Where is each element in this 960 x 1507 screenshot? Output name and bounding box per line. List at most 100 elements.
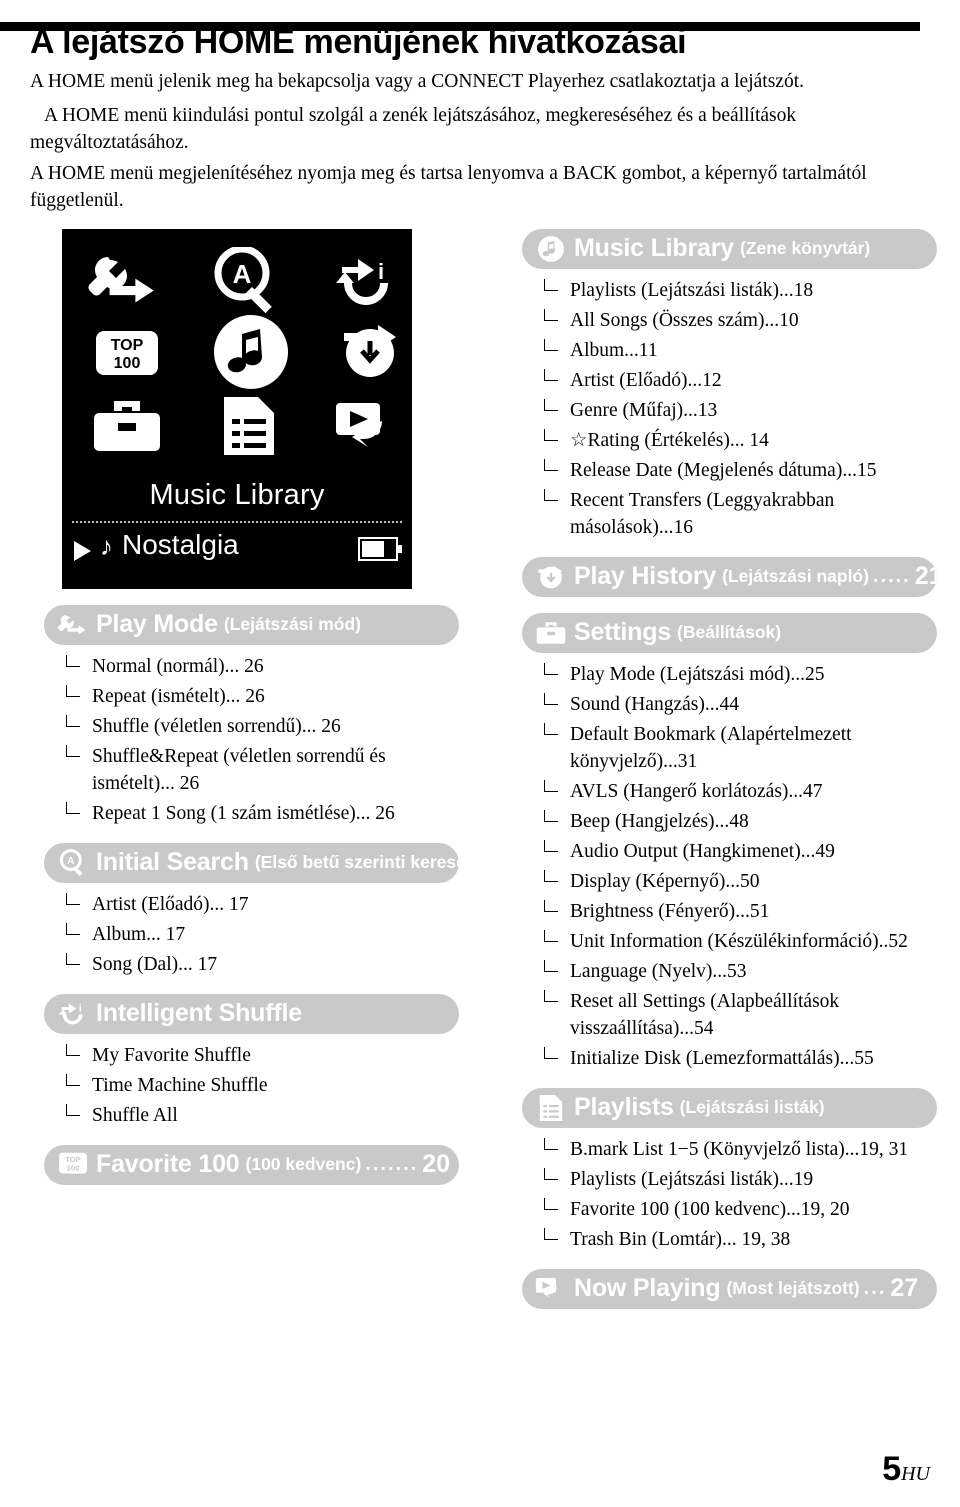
section-header-settings: Settings (Beállítások) — [522, 612, 937, 653]
list-item: Recent Transfers (Leggyakrabban másoláso… — [544, 487, 937, 541]
top-100-icon: TOP 100 — [92, 325, 162, 392]
top-black-bar — [0, 22, 960, 31]
entry-list-intelligent-shuffle: My Favorite Shuffle Time Machine Shuffle… — [44, 1042, 459, 1129]
list-item: ☆Rating (Értékelés)... 14 — [544, 427, 937, 454]
section-subtitle: (100 kedvenc) — [245, 1154, 362, 1174]
section-subtitle: (Első betű szerinti keresés) — [254, 852, 459, 872]
right-column: Music Library (Zene könyvtár) Playlists … — [522, 228, 937, 1317]
section-header-initial-search: A Initial Search (Első betű szerinti ker… — [44, 842, 459, 883]
leader-dots: ... — [863, 1277, 887, 1299]
list-item: Favorite 100 (100 kedvenc)...19, 20 — [544, 1196, 937, 1223]
list-item: All Songs (Összes szám)...10 — [544, 307, 937, 334]
now-playing-track: Nostalgia — [122, 528, 239, 560]
page-ref: 21 — [914, 562, 937, 590]
list-item: Album...11 — [544, 337, 937, 364]
section-header-play-mode: Play Mode (Lejátszási mód) — [44, 604, 459, 645]
list-item: Language (Nyelv)...53 — [544, 958, 937, 985]
list-item: Trash Bin (Lomtár)... 19, 38 — [544, 1226, 937, 1253]
list-item: Audio Output (Hangkimenet)...49 — [544, 838, 937, 865]
section-title: Play Mode — [96, 610, 218, 638]
section-subtitle: (Lejátszási napló) — [722, 566, 869, 586]
section-title: Settings — [574, 618, 672, 646]
entry-list-music-library: Playlists (Lejátszási listák)...18 All S… — [522, 277, 937, 541]
leader-dots: ....... — [365, 1153, 419, 1175]
leader-dots: ..... — [872, 565, 911, 587]
list-item: Default Bookmark (Alapértelmezett könyvj… — [544, 721, 937, 775]
list-item: Artist (Előadó)...12 — [544, 367, 937, 394]
list-item: Shuffle (véletlen sorrendű)... 26 — [66, 713, 459, 740]
letter-a-search-icon: A — [212, 245, 282, 318]
music-note-glyph: ♪ — [100, 530, 113, 561]
section-title: Favorite 100 — [96, 1150, 240, 1178]
toolbox-icon — [90, 395, 164, 462]
section-title: Playlists — [574, 1093, 674, 1121]
list-item: Sound (Hangzás)...44 — [544, 691, 937, 718]
list-item: Artist (Előadó)... 17 — [66, 891, 459, 918]
section-header-intelligent-shuffle: i Intelligent Shuffle — [44, 993, 459, 1034]
list-item: Song (Dal)... 17 — [66, 951, 459, 978]
section-title: Initial Search — [96, 848, 249, 876]
section-subtitle: (Lejátszási mód) — [223, 614, 361, 634]
list-item: Album... 17 — [66, 921, 459, 948]
left-column: A i TOP 100 Music Library ♪ Nostalgia Pl… — [44, 228, 459, 1193]
music-note-icon — [534, 233, 568, 265]
page-number: 5HU — [882, 1450, 930, 1489]
entry-list-initial-search: Artist (Előadó)... 17 Album... 17 Song (… — [44, 891, 459, 978]
page-ref: 20 — [422, 1150, 450, 1178]
svg-text:A: A — [67, 855, 75, 866]
list-item: AVLS (Hangerő korlátozás)...47 — [544, 778, 937, 805]
list-item: Beep (Hangjelzés)...48 — [544, 808, 937, 835]
play-triangle-icon — [74, 540, 91, 561]
list-item: Release Date (Megjelenés dátuma)...15 — [544, 457, 937, 484]
section-subtitle: (Zene könyvtár) — [739, 238, 871, 258]
page-locale-suffix: HU — [901, 1463, 930, 1485]
svg-text:i: i — [378, 259, 384, 284]
document-page: A lejátszó HOME menüjének hivatkozásai A… — [0, 22, 960, 1507]
top-100-icon: TOP 100 — [56, 1149, 90, 1181]
screen-title: Music Library — [149, 478, 325, 511]
now-playing-icon — [334, 399, 404, 460]
list-item: Brightness (Fényerő)...51 — [544, 898, 937, 925]
svg-text:i: i — [79, 1003, 82, 1014]
page-ref: 27 — [890, 1274, 919, 1302]
section-header-favorite-100: TOP 100 Favorite 100 (100 kedvenc) .....… — [44, 1144, 459, 1185]
entry-list-settings: Play Mode (Lejátszási mód)...25 Sound (H… — [522, 661, 937, 1072]
svg-text:TOP: TOP — [111, 337, 144, 354]
letter-a-search-icon: A — [56, 847, 90, 879]
player-screen-mock: A i TOP 100 Music Library ♪ Nostalgia — [62, 228, 412, 589]
list-item: Display (Képernyő)...50 — [544, 868, 937, 895]
svg-text:A: A — [233, 259, 252, 289]
home-menu-icon-grid: A i TOP 100 — [62, 245, 412, 477]
list-item: B.mark List 1−5 (Könyvjelző lista)...19,… — [544, 1136, 937, 1163]
playlist-document-icon — [220, 393, 278, 464]
now-playing-row: ♪ Nostalgia — [72, 529, 402, 573]
section-subtitle: (Beállítások) — [677, 622, 782, 642]
section-header-play-history: Play History (Lejátszási napló) ..... 21 — [522, 556, 937, 597]
toolbox-icon — [534, 617, 568, 649]
now-playing-icon — [534, 1273, 568, 1305]
list-item: Playlists (Lejátszási listák)...19 — [544, 1166, 937, 1193]
intelligent-shuffle-icon: i — [334, 253, 400, 316]
list-item: Play Mode (Lejátszási mód)...25 — [544, 661, 937, 688]
list-item: My Favorite Shuffle — [66, 1042, 459, 1069]
entry-list-play-mode: Normal (normál)... 26 Repeat (ismételt).… — [44, 653, 459, 827]
wrench-arrow-icon — [56, 609, 90, 641]
list-item: Repeat (ismételt)... 26 — [66, 683, 459, 710]
list-item: Reset all Settings (Alapbeállítások viss… — [544, 988, 937, 1042]
intelligent-shuffle-icon: i — [56, 998, 90, 1030]
section-title: Intelligent Shuffle — [96, 999, 302, 1027]
intro-paragraph-2: A HOME menü kiindulási pontul szolgál a … — [30, 104, 797, 154]
section-title: Music Library — [574, 234, 734, 262]
section-subtitle: (Most lejátszott) — [726, 1278, 860, 1298]
section-header-playlists: Playlists (Lejátszási listák) — [522, 1087, 937, 1128]
page-number-value: 5 — [882, 1450, 902, 1488]
menu-map-columns: A i TOP 100 Music Library ♪ Nostalgia Pl… — [30, 228, 937, 1399]
list-item: Normal (normál)... 26 — [66, 653, 459, 680]
download-circle-icon — [340, 319, 400, 386]
intro-paragraph-3: A HOME menü megjelenítéséhez nyomja meg … — [30, 162, 867, 212]
playlist-document-icon — [534, 1092, 568, 1124]
intro-paragraph-1: A HOME menü jelenik meg ha bekapcsolja v… — [30, 71, 804, 92]
list-item: Shuffle All — [66, 1102, 459, 1129]
svg-text:100: 100 — [114, 355, 141, 372]
entry-list-playlists: B.mark List 1−5 (Könyvjelző lista)...19,… — [522, 1136, 937, 1253]
